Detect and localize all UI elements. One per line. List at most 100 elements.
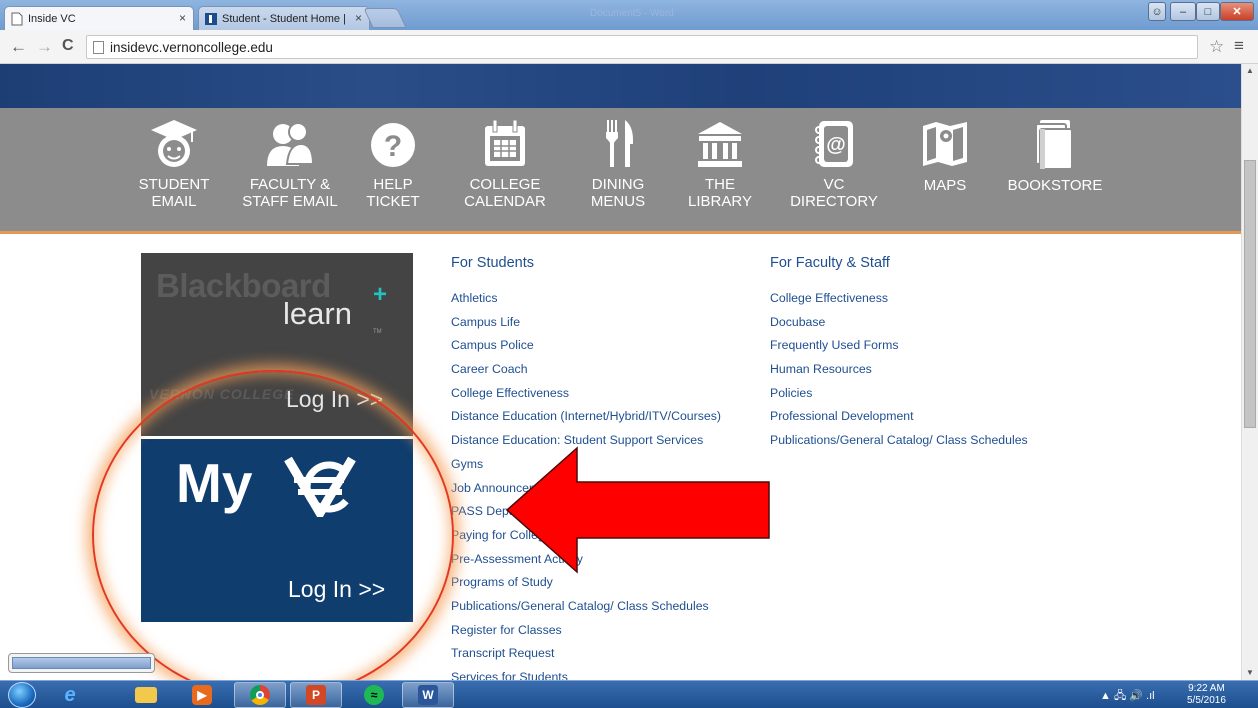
map-icon [923,122,967,166]
spotify-icon[interactable]: ≈ [348,682,400,708]
bookmark-star-icon[interactable]: ☆ [1209,37,1224,57]
powerpoint-icon[interactable]: P [290,682,342,708]
forward-button[interactable]: → [36,37,53,57]
student-link-programs-of-study[interactable]: Programs of Study [451,574,721,598]
quick-link-college-calendar[interactable]: COLLEGE CALENDAR [456,118,554,210]
internet-explorer-icon[interactable]: e [44,682,96,708]
faculty-link-policies[interactable]: Policies [770,385,1028,409]
people-icon [267,122,315,166]
word-icon[interactable]: W [402,682,454,708]
scroll-up-icon[interactable]: ▲ [1242,64,1258,78]
address-bar[interactable]: insidevc.vernoncollege.edu [86,35,1198,59]
status-progress-bar [8,653,155,673]
student-link-register[interactable]: Register for Classes [451,622,721,646]
scroll-down-icon[interactable]: ▼ [1242,666,1258,680]
scrollbar-thumb[interactable] [1244,160,1256,428]
taskbar-clock[interactable]: 9:22 AM 5/5/2016 [1187,683,1226,707]
for-faculty-staff-heading: For Faculty & Staff [770,255,890,271]
quick-link-line2: LIBRARY [688,193,752,210]
quick-link-faculty-staff-email[interactable]: FACULTY & STAFF EMAIL [238,118,342,210]
student-portal-favicon-icon [205,12,217,25]
faculty-link-college-effectiveness[interactable]: College Effectiveness [770,290,1028,314]
quick-links-bar: STUDENT EMAIL FACULTY & STAFF EMAIL ? HE… [0,108,1241,234]
quick-link-line1: THE [705,176,735,193]
browser-toolbar: ← → C insidevc.vernoncollege.edu ☆ ≡ [0,30,1258,64]
page-favicon-icon [11,12,23,25]
page-content: STUDENT EMAIL FACULTY & STAFF EMAIL ? HE… [0,64,1241,680]
faculty-link-publications[interactable]: Publications/General Catalog/ Class Sche… [770,432,1028,456]
chrome-icon[interactable] [234,682,286,708]
quick-link-line1: DINING [591,176,645,193]
quick-link-the-library[interactable]: THE LIBRARY [680,118,760,210]
faculty-link-forms[interactable]: Frequently Used Forms [770,337,1028,361]
user-icon[interactable]: ☺ [1148,2,1166,21]
system-tray[interactable]: ▲ 🖧 🔊 .ıl [1100,687,1155,706]
quick-link-bookstore[interactable]: BOOKSTORE [1000,118,1110,194]
back-button[interactable]: ← [10,37,27,57]
clock-date: 5/5/2016 [1187,695,1226,706]
help-icon: ? [371,123,415,167]
media-player-icon[interactable]: ▶ [176,682,228,708]
quick-link-line2: TICKET [366,193,420,210]
start-button[interactable] [8,682,36,708]
student-link-campus-life[interactable]: Campus Life [451,314,721,338]
vc-monogram-icon [284,456,356,517]
minimize-button[interactable]: – [1170,2,1196,21]
student-link-pass-department[interactable]: PASS Department [451,503,721,527]
student-link-distance-education[interactable]: Distance Education (Internet/Hybrid/ITV/… [451,408,721,432]
student-link-gyms[interactable]: Gyms [451,456,721,480]
myvc-login-link[interactable]: Log In >> [288,576,385,603]
reload-button[interactable]: C [62,37,74,55]
quick-link-line2: MENUS [590,193,646,210]
student-link-publications[interactable]: Publications/General Catalog/ Class Sche… [451,598,721,622]
page-icon [93,40,104,54]
student-link-campus-police[interactable]: Campus Police [451,337,721,361]
quick-link-student-email[interactable]: STUDENT EMAIL [132,118,216,210]
quick-link-vc-directory[interactable]: @ VC DIRECTORY [786,118,882,210]
tab-student-home[interactable]: Student - Student Home | × [198,6,370,30]
tab-close-icon[interactable]: × [179,11,186,25]
blackboard-learn-tile[interactable]: Blackboard learn + TM VERNON COLLEGE Log… [141,253,413,436]
faculty-link-docubase[interactable]: Docubase [770,314,1028,338]
myvc-tile[interactable]: My Log In >> [141,439,413,622]
maximize-button[interactable]: □ [1196,2,1220,21]
quick-link-dining-menus[interactable]: DINING MENUS [580,118,656,210]
quick-link-line1: STUDENT [138,176,210,193]
student-link-paying-for-college[interactable]: Paying for College [451,527,721,551]
svg-text:@: @ [826,134,846,156]
faculty-link-professional-development[interactable]: Professional Development [770,408,1028,432]
hero-banner [0,64,1241,108]
myvc-logo-text: My [176,452,253,514]
student-link-services[interactable]: Services for Students [451,669,721,680]
quick-link-line2: CALENDAR [464,193,546,210]
student-link-college-effectiveness[interactable]: College Effectiveness [451,385,721,409]
close-window-button[interactable]: ✕ [1220,2,1254,21]
tab-inside-vc[interactable]: Inside VC × [4,6,194,30]
browser-menu-icon[interactable]: ≡ [1234,36,1244,56]
student-link-athletics[interactable]: Athletics [451,290,721,314]
student-link-pre-assessment[interactable]: Pre-Assessment Activity [451,551,721,575]
quick-link-help-ticket[interactable]: ? HELP TICKET [358,118,428,210]
faculty-links-list: College Effectiveness Docubase Frequentl… [770,290,1028,456]
quick-link-maps[interactable]: MAPS [910,118,980,194]
progress-fill [12,657,151,669]
graduate-icon [151,120,197,167]
blackboard-login-link[interactable]: Log In >> [286,386,383,413]
tab-title: Student - Student Home | [222,12,346,25]
blackboard-plus-icon: + [373,281,388,308]
library-icon [698,122,742,167]
quick-link-line2: EMAIL [151,193,197,210]
windows-taskbar: e ▶ P ≈ W ▲ 🖧 🔊 .ıl 9:22 AM 5/5/2016 [0,680,1258,708]
file-explorer-icon[interactable] [120,682,172,708]
url-text: insidevc.vernoncollege.edu [110,39,273,55]
student-link-distance-education-support[interactable]: Distance Education: Student Support Serv… [451,432,721,456]
vertical-scrollbar[interactable]: ▲ ▼ [1241,64,1258,680]
quick-link-line1: FACULTY & [249,176,331,193]
student-link-transcript[interactable]: Transcript Request [451,645,721,669]
student-link-career-coach[interactable]: Career Coach [451,361,721,385]
faculty-link-human-resources[interactable]: Human Resources [770,361,1028,385]
tab-close-icon[interactable]: × [355,11,362,25]
trademark-text: TM [373,329,382,335]
student-link-job-announcements[interactable]: Job Announcements [451,480,721,504]
blackboard-learn-text: learn [283,296,352,331]
